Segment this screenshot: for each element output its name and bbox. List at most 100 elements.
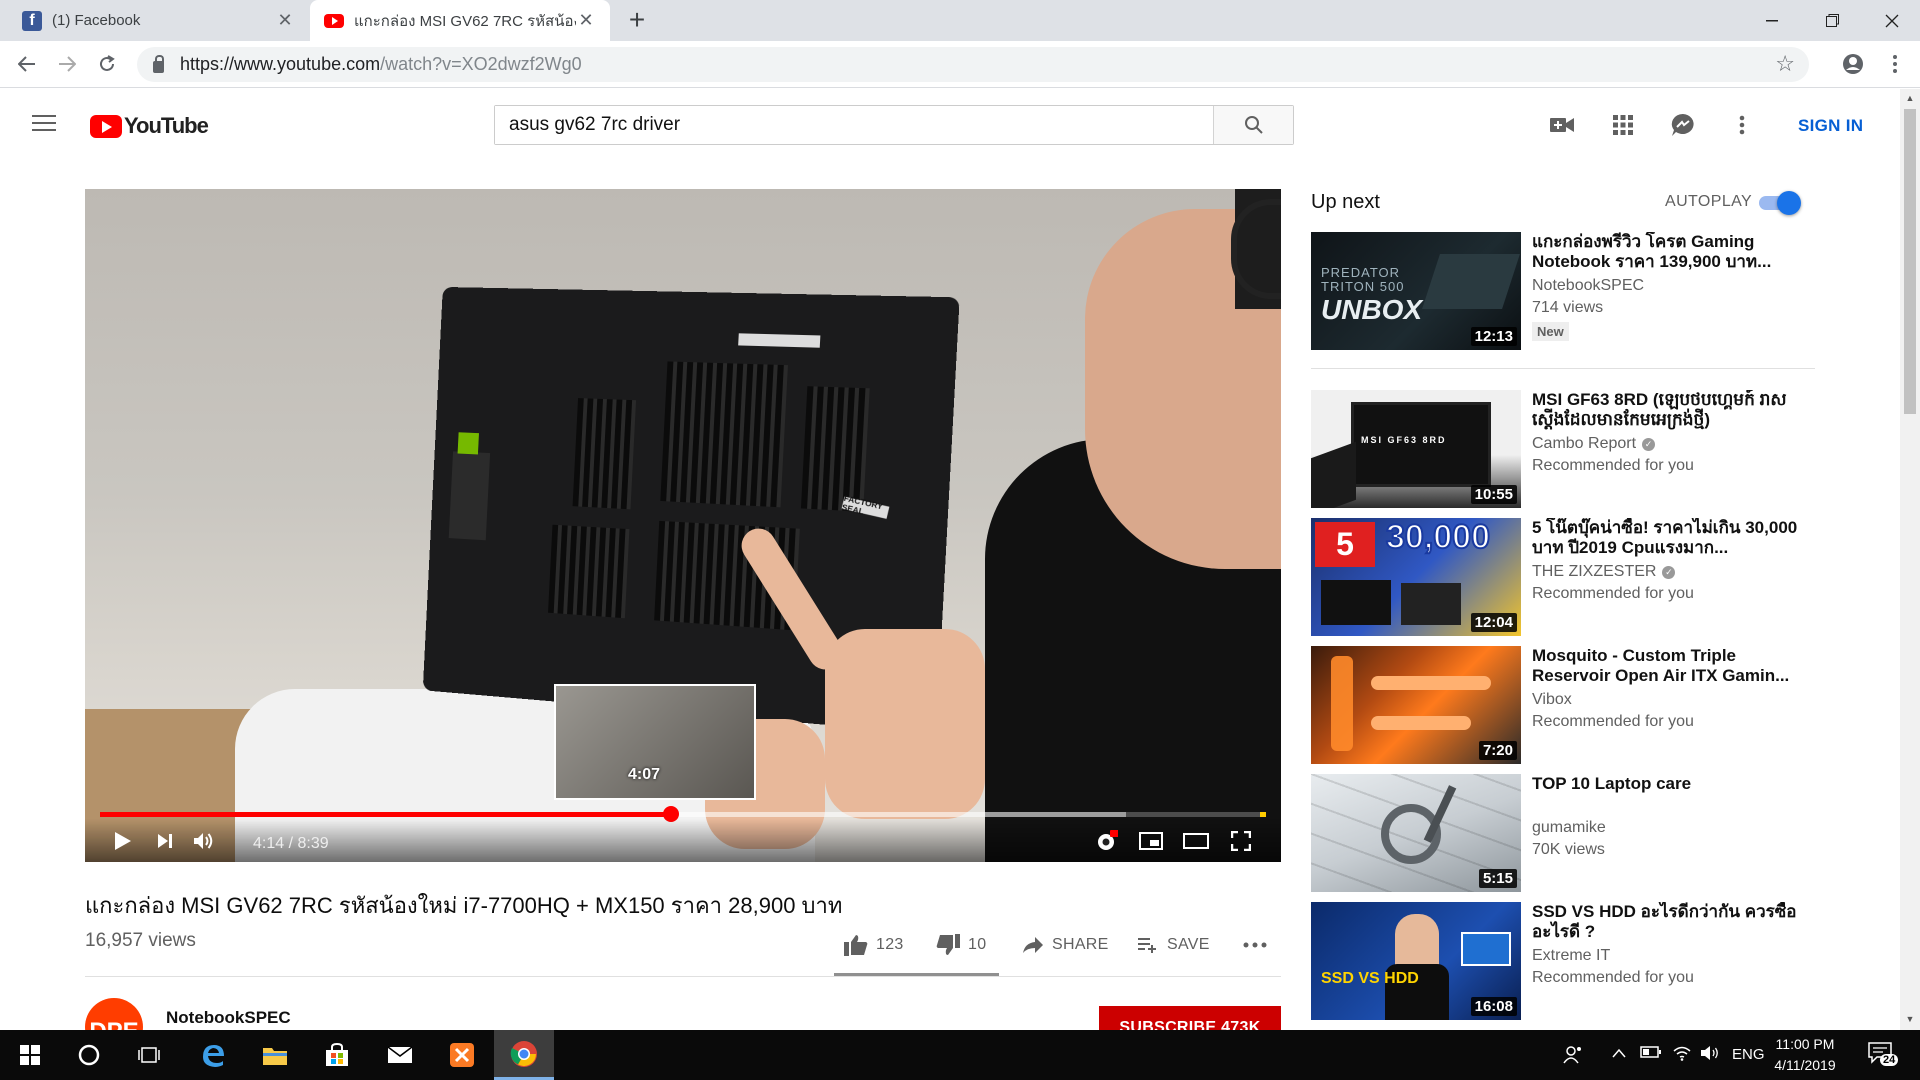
- tab-facebook[interactable]: f (1) Facebook ✕: [8, 0, 309, 41]
- close-icon[interactable]: ✕: [275, 10, 295, 31]
- create-video-button[interactable]: [1548, 111, 1576, 139]
- speaker-icon[interactable]: [1700, 1045, 1720, 1065]
- miniplayer-button[interactable]: [1136, 827, 1166, 855]
- theater-mode-button[interactable]: [1181, 827, 1211, 855]
- wifi-icon[interactable]: [1672, 1045, 1692, 1065]
- taskbar-mail[interactable]: [370, 1030, 430, 1080]
- facebook-icon: f: [22, 10, 42, 31]
- share-button[interactable]: SHARE: [1022, 930, 1109, 960]
- next-button[interactable]: [150, 827, 180, 855]
- gear-icon: [1098, 830, 1118, 850]
- taskbar-store[interactable]: [307, 1030, 367, 1080]
- action-center-button[interactable]: 24: [1868, 1042, 1899, 1068]
- notification-count: 24: [1880, 1054, 1899, 1066]
- apps-button[interactable]: [1609, 111, 1637, 139]
- more-horizontal-icon: [1243, 942, 1267, 948]
- volume-button[interactable]: [190, 827, 220, 855]
- settings-button[interactable]: [1091, 827, 1121, 855]
- address-bar[interactable]: https://www.youtube.com/watch?v=XO2dwzf2…: [137, 47, 1809, 82]
- fullscreen-button[interactable]: [1226, 827, 1256, 855]
- channel-name: Vibox: [1532, 691, 1572, 709]
- video-thumbnail[interactable]: 5:15: [1311, 774, 1521, 892]
- scrollbar-thumb[interactable]: [1904, 109, 1916, 414]
- chevron-up-icon[interactable]: [1612, 1045, 1626, 1062]
- thumbs-up-icon: [844, 935, 868, 956]
- taskbar-file-explorer[interactable]: [245, 1030, 305, 1080]
- close-icon[interactable]: ✕: [576, 10, 596, 31]
- recommended-video[interactable]: PREDATOR TRITON 500 UNBOX 12:13 แกะกล่อง…: [1311, 232, 1816, 350]
- video-title[interactable]: 5 โน๊ตบุ๊คน่าซื้อ! ราคาไม่เกิน 30,000 บา…: [1532, 518, 1812, 558]
- start-button[interactable]: [0, 1030, 60, 1080]
- task-view-icon: [138, 1047, 160, 1063]
- video-title[interactable]: Mosquito - Custom Triple Reservoir Open …: [1532, 646, 1812, 686]
- menu-icon[interactable]: [32, 115, 56, 133]
- video-title[interactable]: TOP 10 Laptop care: [1532, 774, 1812, 794]
- recommended-video[interactable]: 5 30,000 12:04 5 โน๊ตบุ๊คน่าซื้อ! ราคาไม…: [1311, 518, 1816, 636]
- recommended-video[interactable]: MSI GF63 8RD 10:55 MSI GF63 8RD (ឡេបថបហ្…: [1311, 390, 1816, 508]
- browser-toolbar: https://www.youtube.com/watch?v=XO2dwzf2…: [0, 41, 1920, 88]
- video-title[interactable]: MSI GF63 8RD (ឡេបថបហ្គេមក៍ រាសស្តើងដែលមា…: [1532, 390, 1812, 430]
- more-vertical-icon: [1739, 115, 1745, 135]
- sentiment-bar: [834, 973, 999, 976]
- progress-bar[interactable]: [100, 806, 1266, 822]
- profile-button[interactable]: [1838, 49, 1868, 79]
- autoplay-toggle[interactable]: [1759, 191, 1803, 215]
- video-thumbnail[interactable]: PREDATOR TRITON 500 UNBOX 12:13: [1311, 232, 1521, 350]
- video-thumbnail[interactable]: SSD VS HDD 16:08: [1311, 902, 1521, 1020]
- sidebar-divider: [1311, 368, 1815, 369]
- scroll-down-icon[interactable]: ▼: [1904, 1014, 1916, 1026]
- thumbnail-text: 30,000: [1385, 518, 1491, 557]
- channel-name: NotebookSPEC: [1532, 277, 1644, 295]
- maximize-button[interactable]: [1802, 0, 1862, 41]
- video-player[interactable]: FACTORY SEAL 4:07 4:14 / 8:39: [85, 189, 1281, 862]
- reload-button[interactable]: [92, 49, 122, 79]
- video-title[interactable]: SSD VS HDD อะไรดีกว่ากัน ควรซื้ออะไรดี ?: [1532, 902, 1812, 942]
- recommended-video[interactable]: SSD VS HDD 16:08 SSD VS HDD อะไรดีกว่ากั…: [1311, 902, 1816, 1020]
- people-icon[interactable]: [1563, 1045, 1583, 1069]
- minimize-icon: [1766, 19, 1778, 21]
- new-tab-button[interactable]: +: [622, 4, 652, 38]
- url-host: https://www.youtube.com: [180, 54, 381, 74]
- browser-tab-strip: f (1) Facebook ✕ แกะกล่อง MSI GV62 7RC ร…: [0, 0, 1920, 41]
- skip-next-icon: [158, 834, 172, 848]
- more-actions-button[interactable]: [1243, 930, 1267, 960]
- settings-menu-button[interactable]: [1728, 111, 1756, 139]
- video-thumbnail[interactable]: 7:20: [1311, 646, 1521, 764]
- bookmark-star-icon[interactable]: ☆: [1775, 51, 1795, 77]
- video-thumbnail[interactable]: MSI GF63 8RD 10:55: [1311, 390, 1521, 508]
- play-button[interactable]: [108, 827, 138, 855]
- youtube-logo[interactable]: YouTube: [90, 113, 209, 139]
- task-view-button[interactable]: [119, 1030, 179, 1080]
- video-thumbnail[interactable]: 5 30,000 12:04: [1311, 518, 1521, 636]
- page-scrollbar[interactable]: ▲ ▼: [1900, 89, 1920, 1030]
- taskbar-xampp[interactable]: [432, 1030, 492, 1080]
- battery-icon[interactable]: [1640, 1045, 1662, 1063]
- dislike-button[interactable]: 10: [936, 930, 986, 960]
- video-title[interactable]: แกะกล่องพรีวิว โครต Gaming Notebook ราคา…: [1532, 232, 1812, 272]
- taskbar-chrome[interactable]: [494, 1030, 554, 1080]
- taskbar-clock[interactable]: 11:00 PM 4/11/2019: [1750, 1034, 1860, 1076]
- taskbar-edge[interactable]: [183, 1030, 243, 1080]
- save-button[interactable]: SAVE: [1137, 930, 1210, 960]
- sign-in-button[interactable]: SIGN IN: [1798, 116, 1863, 136]
- minimize-button[interactable]: [1742, 0, 1802, 41]
- tab-youtube[interactable]: แกะกล่อง MSI GV62 7RC รหัสน้องใหม่ ✕: [310, 0, 610, 41]
- video-duration: 5:15: [1478, 869, 1517, 888]
- recommended-video[interactable]: 5:15 TOP 10 Laptop care gumamike 70K vie…: [1311, 774, 1816, 892]
- back-button[interactable]: [12, 49, 42, 79]
- cortana-button[interactable]: [59, 1030, 119, 1080]
- browser-menu-button[interactable]: [1880, 49, 1910, 79]
- channel-name-text: NotebookSPEC: [1532, 277, 1645, 294]
- time-display: 4:14 / 8:39: [253, 835, 329, 852]
- like-button[interactable]: 123: [844, 930, 904, 960]
- scroll-up-icon[interactable]: ▲: [1904, 93, 1916, 105]
- forward-button[interactable]: [52, 49, 82, 79]
- channel-name[interactable]: NotebookSPEC: [166, 1008, 291, 1028]
- search-input[interactable]: [495, 106, 1213, 144]
- messages-button[interactable]: [1669, 111, 1697, 139]
- recommended-video[interactable]: 7:20 Mosquito - Custom Triple Reservoir …: [1311, 646, 1816, 764]
- new-badge: New: [1532, 322, 1569, 341]
- miniplayer-icon: [1139, 832, 1163, 850]
- close-window-button[interactable]: [1862, 0, 1920, 41]
- search-button[interactable]: [1213, 106, 1293, 144]
